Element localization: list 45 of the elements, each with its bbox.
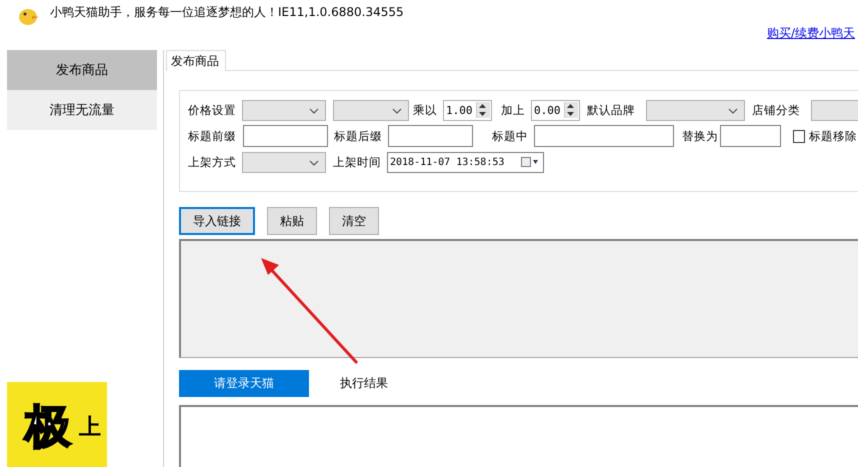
number-field[interactable]: 0.00 bbox=[531, 100, 580, 120]
number-field[interactable]: 1.00 bbox=[443, 100, 492, 120]
input-field[interactable] bbox=[388, 125, 473, 147]
input-field[interactable] bbox=[243, 125, 328, 147]
field-label: 价格设置 bbox=[188, 102, 237, 118]
field-label: 上架方式 bbox=[188, 154, 237, 170]
field-label: 乘以 bbox=[413, 102, 438, 118]
calendar-icon[interactable] bbox=[521, 157, 539, 167]
field-label: 标题后缀 bbox=[334, 128, 383, 144]
tab[interactable]: 执行结果 bbox=[309, 370, 419, 397]
field-label: 默认品牌 bbox=[587, 102, 636, 118]
link-list-area[interactable] bbox=[179, 239, 858, 358]
spin-down-icon[interactable] bbox=[477, 110, 488, 118]
action-button[interactable]: 导入链接 bbox=[179, 207, 255, 235]
chevron-down-icon bbox=[309, 160, 319, 166]
checkbox[interactable]: 标题移除 bbox=[793, 128, 857, 144]
dropdown[interactable] bbox=[333, 100, 409, 120]
spin-up-icon[interactable] bbox=[477, 102, 488, 110]
spin-down-icon[interactable] bbox=[565, 110, 576, 118]
dropdown[interactable] bbox=[242, 152, 326, 172]
chevron-down-icon bbox=[392, 108, 402, 114]
dropdown[interactable] bbox=[646, 100, 745, 120]
input-field[interactable] bbox=[534, 125, 674, 147]
field-label: 加上 bbox=[501, 102, 526, 118]
field-label: 替换为 bbox=[682, 128, 716, 144]
action-button[interactable]: 清空 bbox=[329, 207, 379, 235]
field-label: 上架时间 bbox=[333, 154, 382, 170]
window-title: 小鸭天猫助手，服务每一位追逐梦想的人！IE11,1.0.6880.34555 bbox=[50, 4, 404, 21]
sidebar-item[interactable]: 清理无流量 bbox=[7, 90, 157, 130]
banner-text: 上 bbox=[79, 414, 101, 442]
chevron-down-icon bbox=[309, 108, 319, 114]
dropdown[interactable] bbox=[242, 100, 326, 120]
field-label: 标题前缀 bbox=[188, 128, 237, 144]
input-field[interactable] bbox=[720, 125, 781, 147]
banner-text: 极 bbox=[25, 398, 71, 455]
tab[interactable]: 请登录天猫 bbox=[179, 370, 309, 397]
action-button[interactable]: 粘贴 bbox=[267, 207, 317, 235]
purchase-link[interactable]: 购买/续费小鸭天 bbox=[767, 25, 856, 42]
sidebar-item[interactable]: 发布商品 bbox=[7, 50, 157, 90]
spin-up-icon[interactable] bbox=[565, 102, 576, 110]
chevron-down-icon bbox=[728, 108, 738, 114]
date-time-field[interactable]: 2018-11-07 13:58:53 bbox=[387, 152, 544, 172]
field-label: 标题中 bbox=[492, 128, 529, 144]
tab[interactable]: 发布商品 bbox=[166, 50, 226, 71]
field-label: 店铺分类 bbox=[752, 102, 801, 118]
